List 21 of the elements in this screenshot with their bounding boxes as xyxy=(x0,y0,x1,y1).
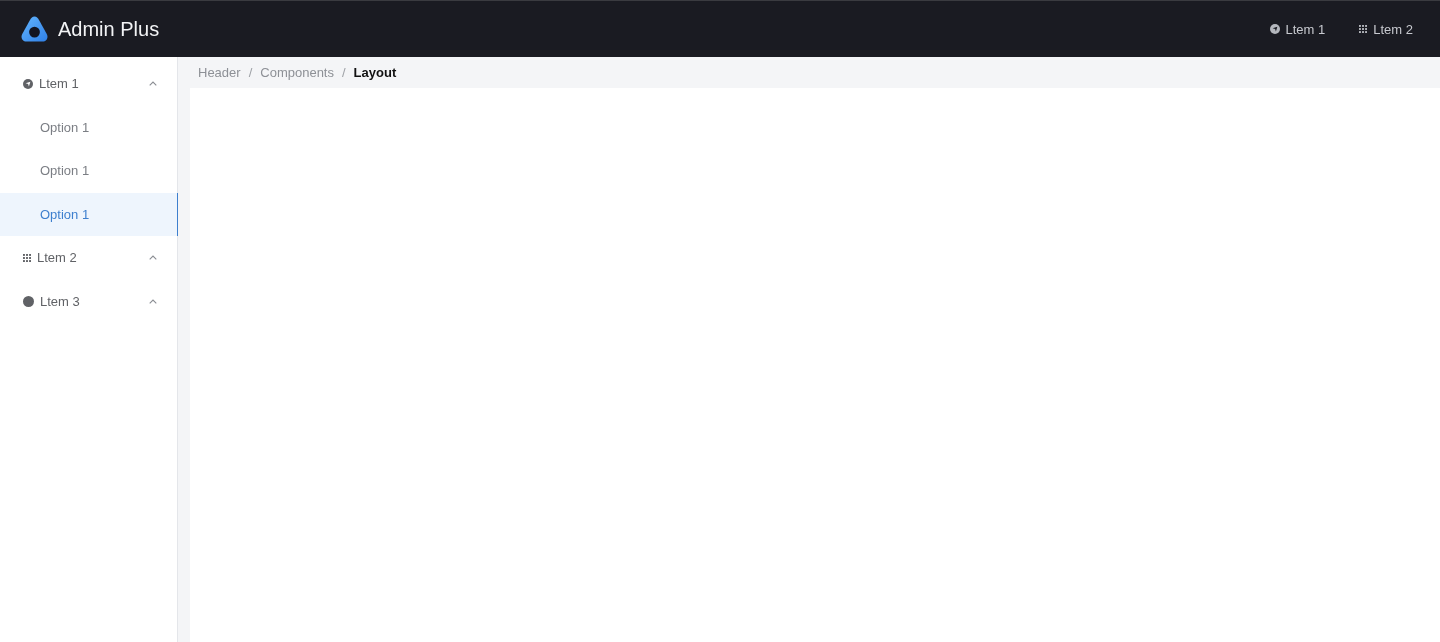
breadcrumb-current: Layout xyxy=(353,65,397,80)
grid-icon xyxy=(23,253,31,262)
sidebar-option[interactable]: Option 1 xyxy=(0,149,177,193)
grid-icon xyxy=(1359,25,1368,33)
sidebar-option[interactable]: Option 1 xyxy=(0,192,178,236)
breadcrumb-separator: / xyxy=(342,65,346,80)
sidebar-menu-item[interactable]: Ltem 2 xyxy=(0,236,177,280)
app-title: Admin Plus xyxy=(58,17,160,41)
top-nav-item[interactable]: Ltem 2 xyxy=(1359,21,1413,37)
circle-icon xyxy=(23,295,34,307)
location-arrow-icon xyxy=(23,78,33,89)
sidebar-option[interactable]: Option 1 xyxy=(0,105,177,149)
chevron-up-icon xyxy=(149,255,157,261)
breadcrumb-separator: / xyxy=(248,65,253,80)
top-nav-item[interactable]: Ltem 1 xyxy=(1269,21,1326,37)
chevron-up-icon xyxy=(149,298,157,304)
sidebar-menu-item[interactable]: Ltem 3 xyxy=(0,279,177,323)
sidebar-menu-item[interactable]: Ltem 1 xyxy=(0,62,177,106)
location-arrow-icon xyxy=(1269,24,1280,34)
chevron-up-icon xyxy=(149,81,157,87)
logo-icon xyxy=(21,16,48,42)
